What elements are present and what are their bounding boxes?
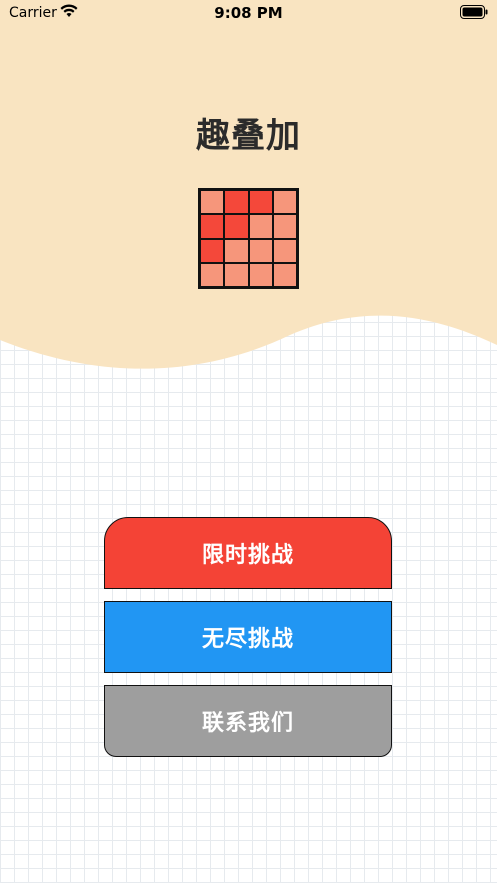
status-bar: Carrier 9:08 PM <box>0 0 497 26</box>
logo-cell <box>249 263 272 286</box>
color-grid-logo-icon <box>198 188 299 289</box>
battery-full-icon <box>460 5 488 19</box>
logo-cell <box>273 191 296 214</box>
logo-cell <box>225 215 248 238</box>
logo-cell <box>225 191 248 214</box>
endless-challenge-button[interactable]: 无尽挑战 <box>104 601 392 673</box>
logo-cell <box>225 263 248 286</box>
logo-cell <box>201 239 224 262</box>
logo-cell <box>249 239 272 262</box>
contact-us-button[interactable]: 联系我们 <box>104 685 392 757</box>
logo-cell <box>225 239 248 262</box>
status-time: 9:08 PM <box>214 4 283 22</box>
timed-challenge-button[interactable]: 限时挑战 <box>104 517 392 589</box>
logo-cell <box>201 215 224 238</box>
logo-cell <box>273 215 296 238</box>
logo-cell <box>249 191 272 214</box>
logo-cell <box>249 215 272 238</box>
logo-cell <box>273 239 296 262</box>
logo-cell <box>201 191 224 214</box>
app-title: 趣叠加 <box>196 116 301 156</box>
logo-cell <box>273 263 296 286</box>
logo-cell <box>201 263 224 286</box>
